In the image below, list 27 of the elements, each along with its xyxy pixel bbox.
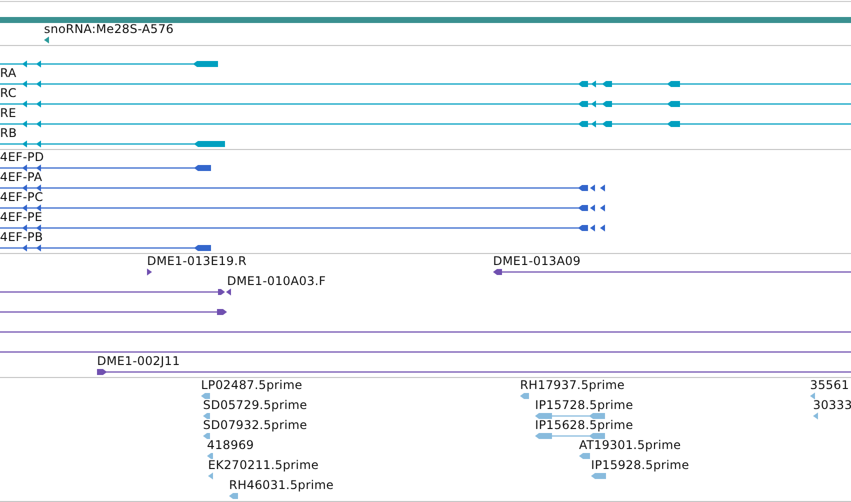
feature-label: LP02487.5prime [201,378,302,392]
feature-label: DME1-013E19.R [147,254,247,268]
feature-label: 4EF-PB [0,230,44,244]
feature-label: RC [0,86,17,100]
feature-label: snoRNA:Me28S-A576 [44,22,174,36]
feature-label: IP15628.5prime [535,418,634,432]
feature-label: RH46031.5prime [229,478,334,492]
feature-label: RA [0,66,16,80]
feature-label: 418969 [207,438,254,452]
feature-label: IP15928.5prime [591,458,690,472]
feature-label: RE [0,106,16,120]
feature-label: SD07932.5prime [203,418,308,432]
feature-label: RB [0,126,17,140]
feature-label: SD05729.5prime [203,398,308,412]
feature-label: 4EF-PE [0,210,42,224]
feature-label: 4EF-PC [0,190,44,204]
feature-label: DME1-010A03.F [227,274,326,288]
feature-label: 4EF-PD [0,150,44,164]
feature-label: AT19301.5prime [579,438,681,452]
feature-label: EK270211.5prime [208,458,319,472]
feature-label: 30333 [813,398,851,412]
feature-label: 35561 [810,378,850,392]
feature-label: RH17937.5prime [520,378,625,392]
feature-label: DME1-013A09 [493,254,581,268]
feature-label: 4EF-PA [0,170,42,184]
feature-label: IP15728.5prime [535,398,634,412]
feature-label: DME1-002J11 [97,354,180,368]
